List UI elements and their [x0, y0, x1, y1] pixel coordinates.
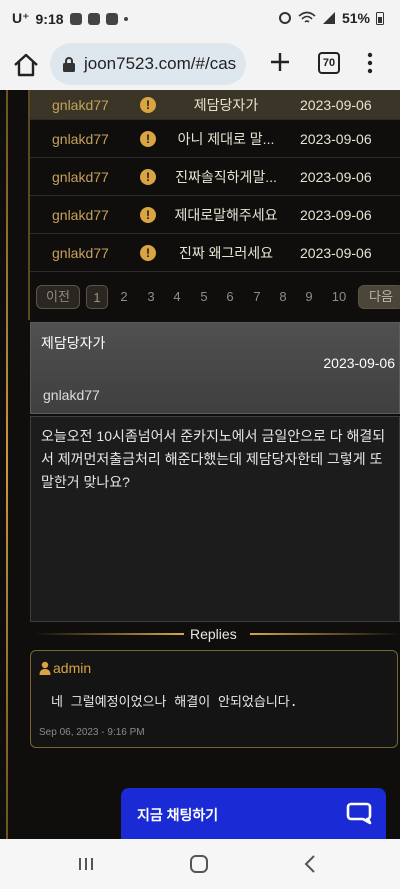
row-author: gnlakd77 [52, 244, 109, 261]
chat-button-label: 지금 채팅하기 [137, 807, 219, 823]
prev-page-button[interactable]: 이전 [36, 285, 80, 309]
warning-icon: ! [140, 206, 156, 223]
pagination: 이전 1 2 3 4 5 6 7 8 9 10 다음 [30, 282, 400, 312]
divider-line-right [250, 633, 400, 635]
lock-icon [63, 57, 75, 72]
page-3-button[interactable]: 3 [140, 285, 162, 309]
warning-icon: ! [140, 130, 156, 147]
home-button-icon[interactable] [190, 855, 208, 873]
more-menu-icon[interactable] [366, 52, 374, 74]
posts-table: gnlakd77 ! 제담당자가 2023-09-06 gnlakd77 ! 아… [30, 90, 400, 272]
reply-timestamp: Sep 06, 2023 - 9:16 PM [39, 727, 145, 738]
table-row[interactable]: gnlakd77 ! 진짜솔직하게말... 2023-09-06 [30, 158, 400, 196]
post-header: 제담당자가 2023-09-06 gnlakd77 [30, 322, 400, 414]
home-icon[interactable] [12, 52, 40, 78]
replies-heading: Replies [190, 626, 237, 642]
status-bar: U⁺ 9:18 51% [0, 0, 400, 40]
back-icon[interactable] [304, 855, 316, 873]
page-6-button[interactable]: 6 [219, 285, 241, 309]
row-title: 진짜 왜그러세요 [178, 244, 274, 261]
warning-icon: ! [140, 168, 156, 185]
divider-line-left [34, 633, 184, 635]
row-date: 2023-09-06 [300, 130, 372, 147]
page-8-button[interactable]: 8 [272, 285, 294, 309]
address-bar[interactable]: joon7523.com/#/cas [50, 43, 246, 85]
post-body: 오늘오전 10시좀넘어서 준카지노에서 금일안으로 다 해결되서 제꺼먼저출금처… [30, 416, 400, 622]
status-left: U⁺ 9:18 [12, 10, 128, 27]
recent-apps-icon[interactable] [78, 857, 94, 871]
status-right: 51% [278, 10, 384, 26]
new-tab-icon[interactable] [268, 50, 292, 74]
row-author: gnlakd77 [52, 206, 109, 223]
carrier-label: U⁺ [12, 10, 30, 26]
tab-switcher-button[interactable]: 70 [318, 52, 340, 74]
row-date: 2023-09-06 [300, 206, 372, 223]
page-7-button[interactable]: 7 [246, 285, 268, 309]
row-title: 아니 제대로 말... [177, 130, 275, 147]
more-notifications-icon [123, 16, 128, 21]
wifi-icon [298, 11, 316, 23]
row-title: 제대로말해주세요 [174, 206, 278, 223]
image-notification-icon [87, 12, 100, 25]
page-5-button[interactable]: 5 [193, 285, 215, 309]
signal-icon [322, 12, 335, 24]
page-9-button[interactable]: 9 [298, 285, 320, 309]
post-date: 2023-09-06 [323, 355, 395, 371]
live-chat-button[interactable]: 지금 채팅하기 [121, 788, 386, 839]
user-icon [39, 661, 51, 675]
row-title: 진짜솔직하게말... [175, 168, 277, 185]
row-author: gnlakd77 [52, 130, 109, 147]
page-1-button[interactable]: 1 [86, 285, 108, 309]
row-author: gnlakd77 [52, 96, 109, 113]
clock: 9:18 [35, 10, 64, 27]
cloud-notification-icon [105, 12, 118, 25]
gold-frame-edge [6, 90, 8, 839]
reply-text: 네 그럴예정이었으나 해결이 안되었습니다. [51, 695, 298, 710]
row-author: gnlakd77 [52, 168, 109, 185]
browser-toolbar: joon7523.com/#/cas 70 [0, 40, 400, 90]
system-nav-bar [0, 839, 400, 889]
battery-icon [376, 12, 384, 25]
post-content: 오늘오전 10시좀넘어서 준카지노에서 금일안으로 다 해결되서 제꺼먼저출금처… [41, 428, 386, 490]
reply-card: admin 네 그럴예정이었으나 해결이 안되었습니다. Sep 06, 202… [30, 650, 398, 748]
alarm-icon [278, 12, 291, 24]
page-4-button[interactable]: 4 [166, 285, 188, 309]
post-author: gnlakd77 [43, 387, 100, 403]
table-row[interactable]: gnlakd77 ! 제대로말해주세요 2023-09-06 [30, 196, 400, 234]
battery-level: 51% [341, 10, 370, 26]
row-title: 제담당자가 [193, 96, 259, 113]
row-date: 2023-09-06 [300, 168, 372, 185]
url-text: joon7523.com/#/cas [84, 54, 237, 73]
page-content: gnlakd77 ! 제담당자가 2023-09-06 gnlakd77 ! 아… [0, 90, 400, 839]
chat-bubble-icon [346, 802, 372, 825]
replies-divider: Replies [30, 625, 400, 643]
chat-notification-icon [69, 12, 82, 25]
page-10-button[interactable]: 10 [328, 285, 350, 309]
table-row[interactable]: gnlakd77 ! 아니 제대로 말... 2023-09-06 [30, 120, 400, 158]
warning-icon: ! [140, 244, 156, 261]
table-row[interactable]: gnlakd77 ! 진짜 왜그러세요 2023-09-06 [30, 234, 400, 272]
post-title: 제담당자가 [41, 335, 106, 351]
page-2-button[interactable]: 2 [113, 285, 135, 309]
next-page-button[interactable]: 다음 [358, 285, 400, 309]
row-date: 2023-09-06 [300, 96, 372, 113]
row-date: 2023-09-06 [300, 244, 372, 261]
table-row[interactable]: gnlakd77 ! 제담당자가 2023-09-06 [30, 90, 400, 120]
reply-author: admin [53, 660, 92, 676]
warning-icon: ! [140, 96, 156, 113]
